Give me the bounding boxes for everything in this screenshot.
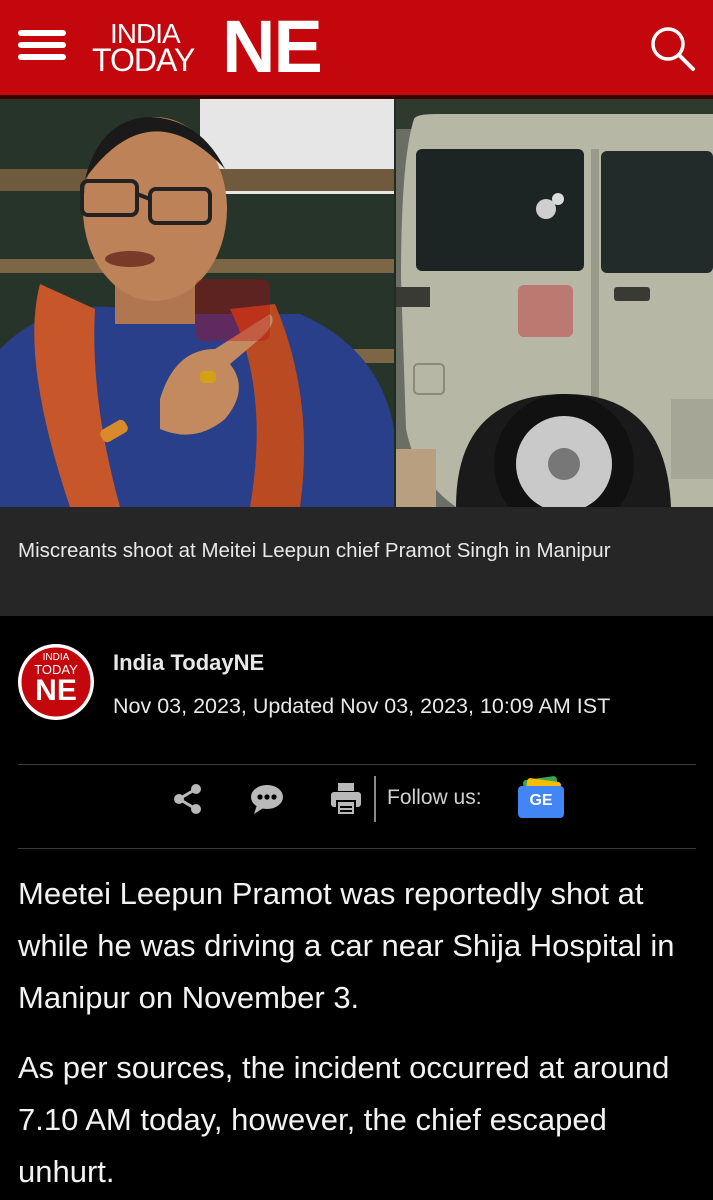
search-icon[interactable]	[648, 24, 696, 72]
avatar-line3: NE	[35, 674, 77, 707]
follow-us-label: Follow us:	[387, 786, 482, 809]
comment-icon[interactable]	[249, 783, 285, 815]
hamburger-menu-icon[interactable]	[18, 30, 68, 60]
watermark-left	[195, 279, 270, 341]
logo-ne: NE	[222, 5, 323, 88]
watermark-right	[518, 285, 573, 337]
print-icon[interactable]	[329, 781, 363, 817]
publish-date: Nov 03, 2023, Updated Nov 03, 2023, 10:0…	[113, 694, 611, 718]
google-news-icon[interactable]: GE	[514, 776, 568, 822]
google-news-text: GE	[529, 792, 553, 809]
site-header: INDIA TODAY NE	[0, 0, 713, 95]
hero-image[interactable]	[0, 99, 713, 507]
follow-separator	[374, 776, 376, 822]
hero-photo-person	[0, 99, 394, 507]
site-logo[interactable]: INDIA TODAY NE	[92, 8, 354, 86]
image-caption-box: Miscreants shoot at Meitei Leepun chief …	[0, 507, 713, 616]
author-avatar[interactable]: INDIA TODAY NE	[18, 644, 94, 720]
divider-bottom	[18, 848, 696, 849]
article-paragraph: Meetei Leepun Pramot was reportedly shot…	[18, 876, 675, 1015]
image-caption: Miscreants shoot at Meitei Leepun chief …	[18, 539, 611, 562]
author-name[interactable]: India TodayNE	[113, 650, 264, 676]
divider-top	[18, 764, 696, 765]
logo-today: TODAY	[92, 42, 195, 78]
share-icon[interactable]	[171, 782, 205, 816]
hero-photo-car	[396, 99, 713, 507]
article-paragraph: As per sources, the incident occurred at…	[18, 1050, 670, 1189]
